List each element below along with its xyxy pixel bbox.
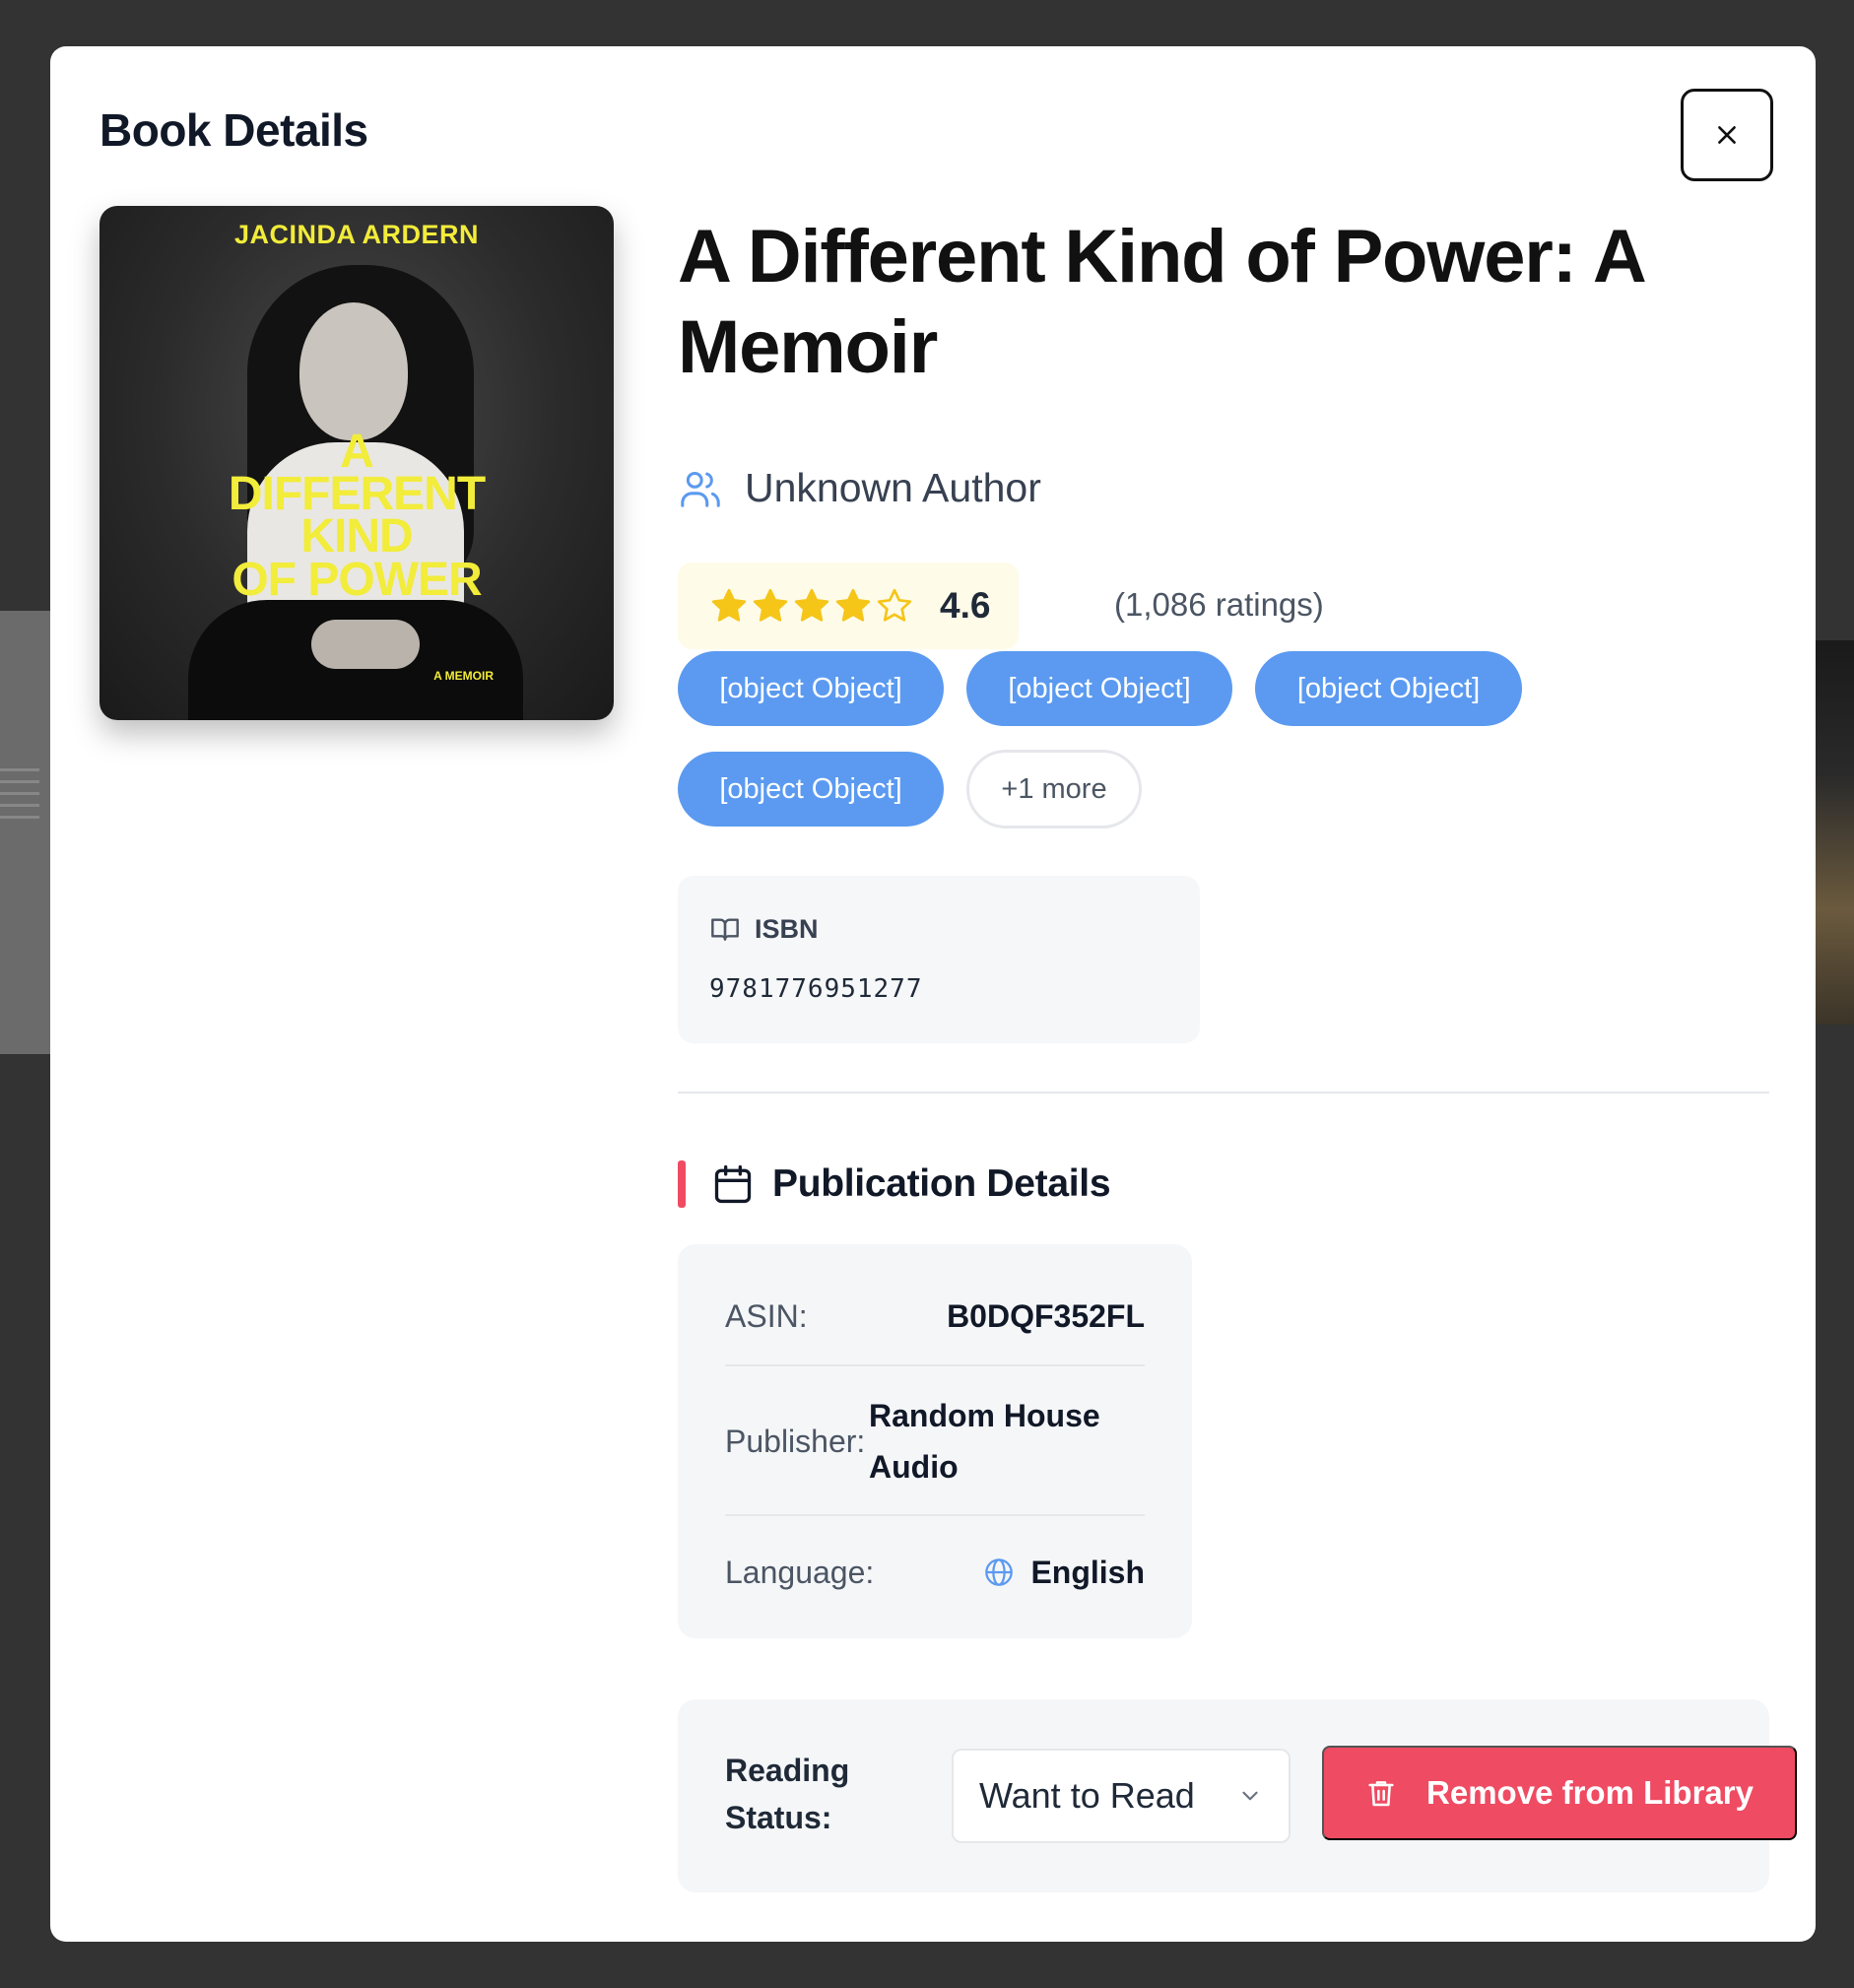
rating-value: 4.6 (940, 585, 991, 626)
chevron-down-icon (1242, 1791, 1258, 1801)
isbn-value: 9781776951277 (709, 974, 923, 1004)
star-icon (711, 588, 747, 622)
close-icon (1718, 126, 1736, 144)
rating-count: (1,086 ratings) (1114, 586, 1324, 623)
language-row: Language: English (725, 1548, 1145, 1597)
star-icon (794, 588, 829, 622)
asin-label: ASIN: (725, 1297, 808, 1334)
section-divider (678, 1092, 1769, 1093)
close-button[interactable] (1681, 89, 1773, 181)
users-icon (681, 471, 720, 507)
rating-box: 4.6 (678, 563, 1019, 649)
author-row: Unknown Author (678, 465, 1041, 511)
cover-title: A DIFFERENT KIND OF POWER (228, 426, 486, 606)
publication-details-heading: Publication Details (678, 1160, 1111, 1209)
trash-icon (1368, 1781, 1394, 1807)
star-icon (753, 588, 788, 622)
isbn-card: ISBN 9781776951277 (678, 876, 1200, 1043)
genre-tag[interactable]: [object Object] (678, 651, 944, 726)
star-outline-icon (877, 588, 912, 622)
reading-status-select[interactable]: Want to Read (952, 1749, 1291, 1843)
globe-icon (985, 1558, 1014, 1586)
publication-details-card: ASIN: B0DQF352FL Publisher: Random House… (678, 1244, 1192, 1638)
isbn-label: ISBN (755, 913, 819, 944)
publisher-label: Publisher: (725, 1423, 866, 1459)
genre-tag[interactable]: [object Object] (678, 752, 944, 827)
language-label: Language: (725, 1554, 875, 1590)
calendar-icon (714, 1164, 752, 1204)
language-value: English (983, 1555, 1145, 1591)
author-name[interactable]: Unknown Author (745, 465, 1041, 511)
book-details-modal: Book Details × JACINDA ARDERN A DIFFEREN… (50, 46, 1816, 1942)
asin-row: ASIN: B0DQF352FL (725, 1292, 1145, 1341)
remove-from-library-button[interactable]: Remove from Library (1322, 1746, 1797, 1840)
more-tags-button[interactable]: +1 more (966, 750, 1142, 828)
book-title: A Different Kind of Power: A Memoir (678, 215, 1644, 389)
rating-stars (709, 586, 914, 626)
book-open-icon (711, 918, 739, 941)
cover-author: JACINDA ARDERN (233, 220, 479, 249)
asin-value: B0DQF352FL (947, 1297, 1145, 1334)
publisher-row: Publisher: Random House Audio (725, 1390, 1145, 1492)
section-accent-bar (678, 1160, 686, 1208)
modal-title: Book Details (99, 104, 368, 156)
genre-tag[interactable]: [object Object] (1255, 651, 1522, 726)
publisher-value: Random House Audio (869, 1398, 1100, 1485)
book-cover: JACINDA ARDERN A DIFFERENT KIND OF POWER… (99, 206, 614, 720)
genre-tag[interactable]: [object Object] (966, 651, 1232, 726)
star-icon (835, 588, 871, 622)
cover-subtitle: A MEMOIR (433, 669, 494, 683)
reading-status-label: Reading Status: (725, 1753, 850, 1835)
